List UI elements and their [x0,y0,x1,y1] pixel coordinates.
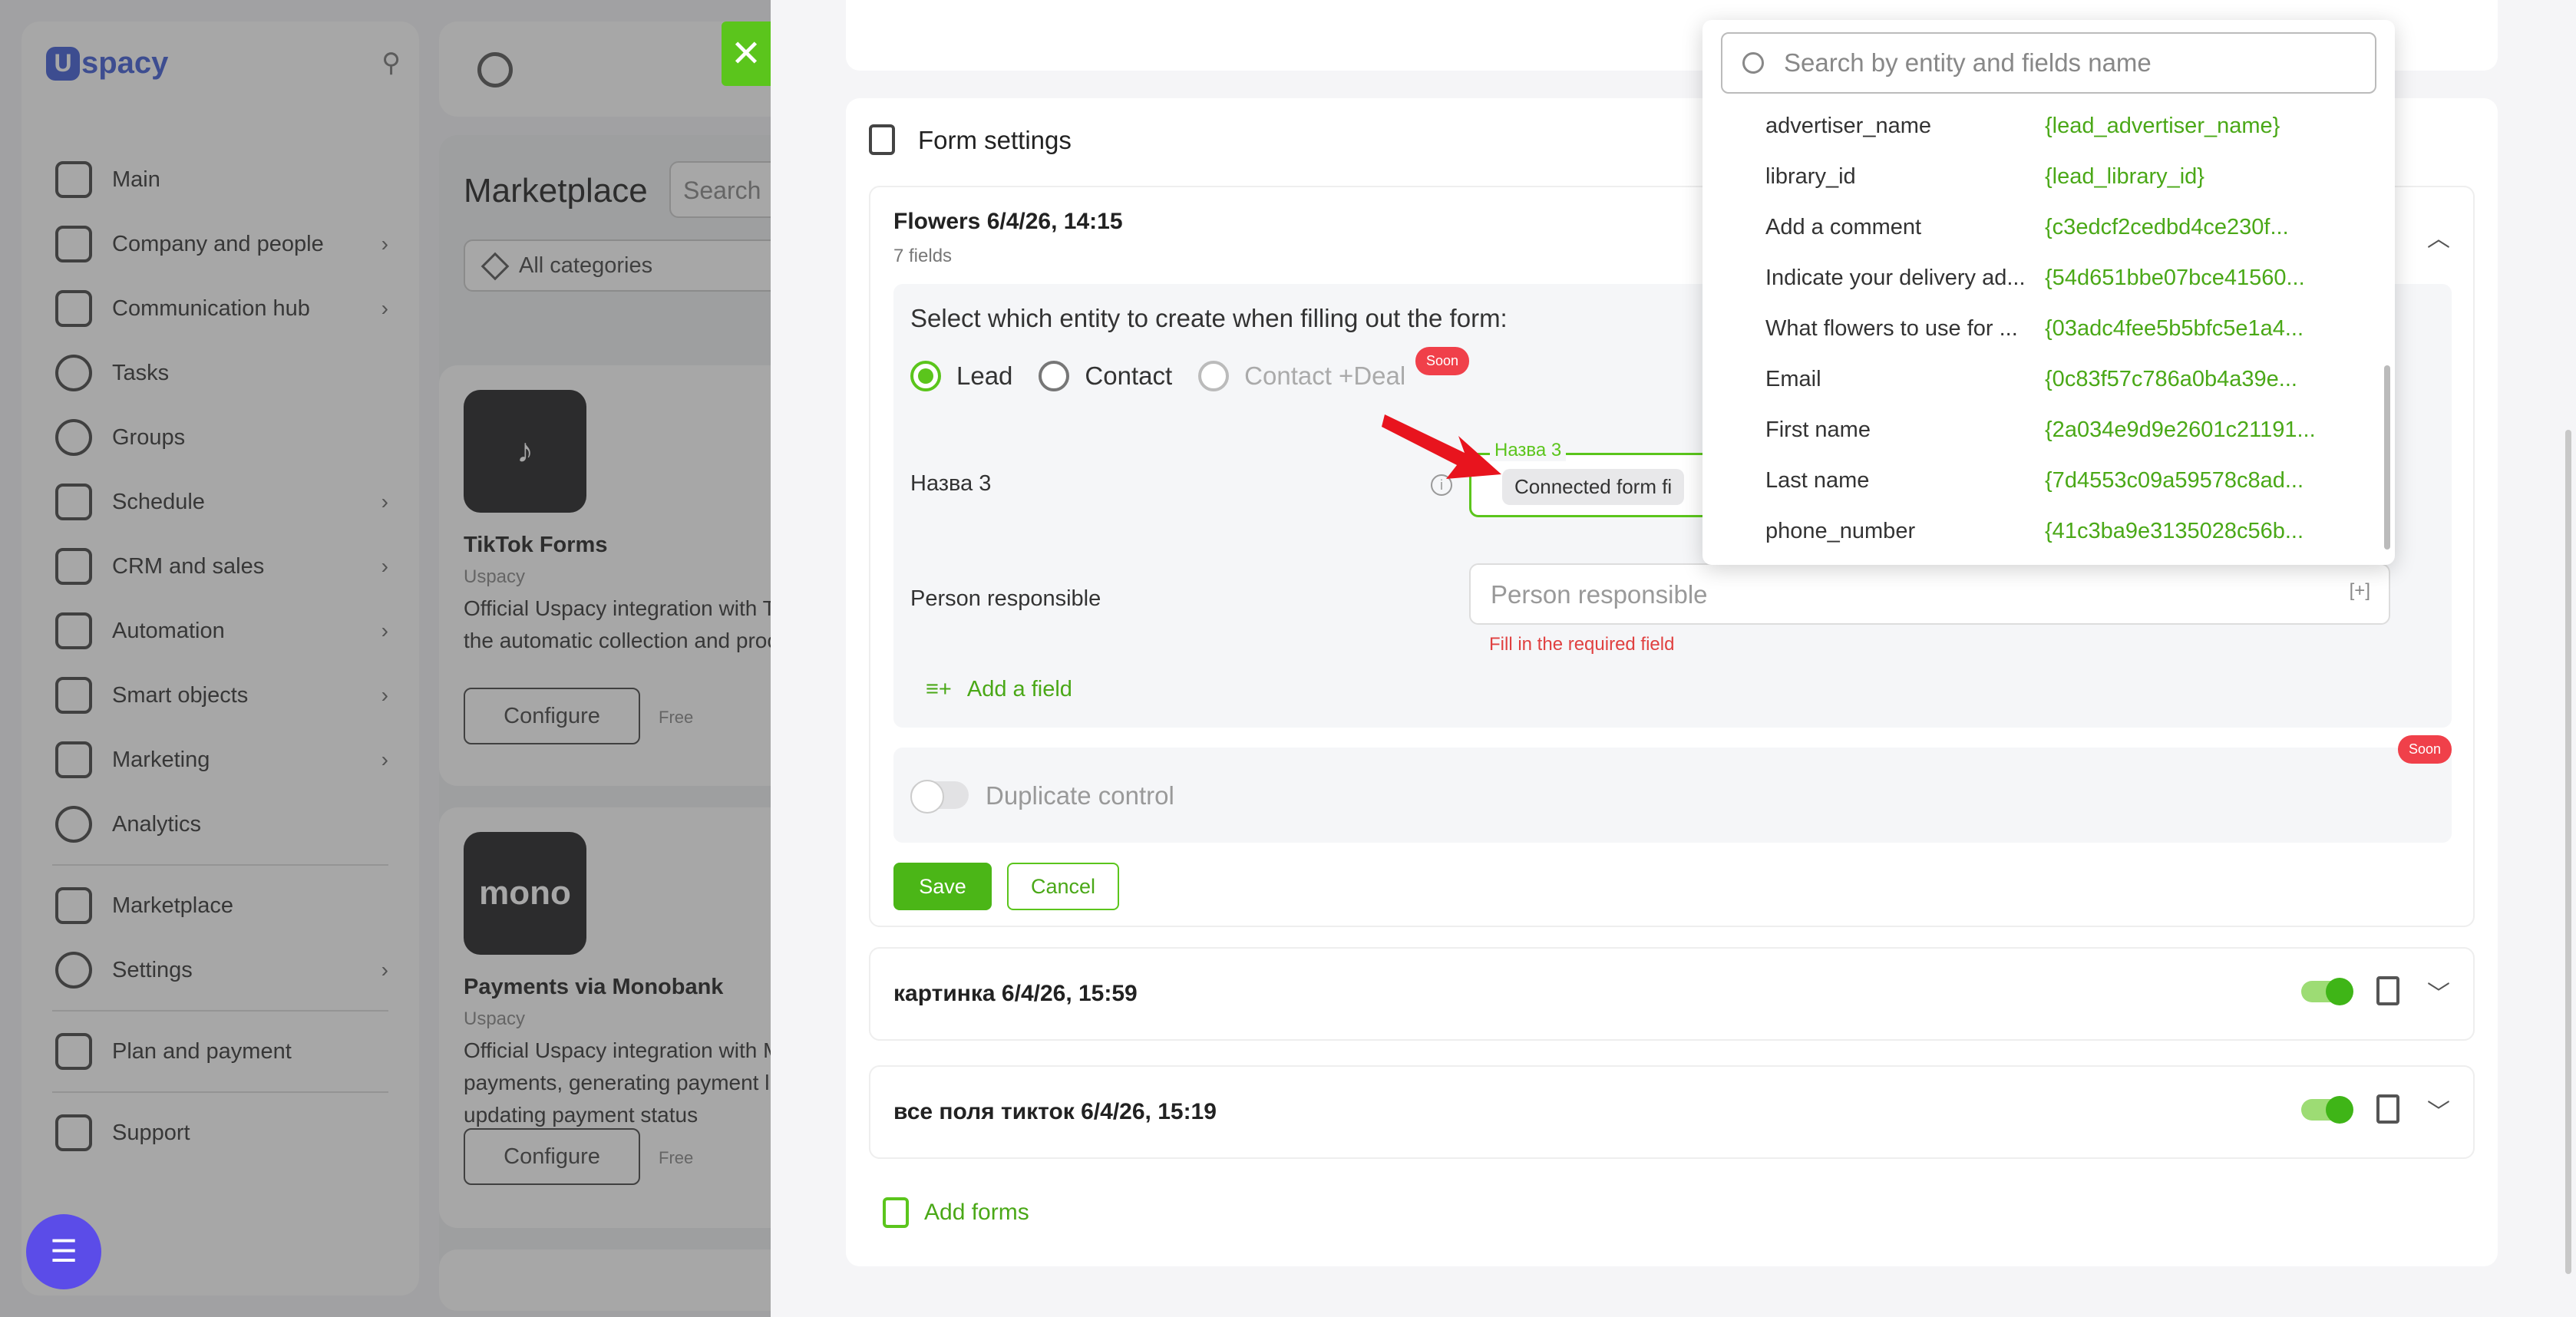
form-name: картинка 6/4/26, 15:59 [893,981,1138,1006]
save-button[interactable]: Save [893,863,992,910]
field-key: {54d651bbe07bce41560... [2045,266,2305,290]
list-plus-icon: ≡+ [926,677,952,701]
radio-lead[interactable]: Lead [910,361,1012,391]
duplicate-control-panel: Duplicate control Soon [893,735,2452,843]
search-placeholder: Search by entity and fields name [1784,48,2152,77]
input-placeholder: Person responsible [1491,580,1708,609]
error-message: Fill in the required field [1489,634,1675,655]
radio-disabled-icon [1198,361,1230,391]
entity-radio-group: Lead Contact Contact +Deal [910,361,1405,391]
chevron-down-icon[interactable]: ﹀ [2427,975,2450,1008]
form-item-collapsed[interactable]: все поля тикток 6/4/26, 15:19 ﹀ [869,1065,2475,1159]
soon-badge: Soon [2398,735,2452,764]
radio-label: Contact [1085,361,1173,390]
chat-icon[interactable]: ☰ [26,1214,101,1289]
form-item-collapsed[interactable]: картинка 6/4/26, 15:59 ﹀ [869,947,2475,1041]
entity-question: Select which entity to create when filli… [910,304,1508,332]
add-bracket-icon[interactable]: [+] [2350,580,2370,602]
person-responsible-input[interactable]: Person responsible [+] [1469,563,2390,625]
field-key: {03adc4fee5b5bfc5e1a4... [2045,316,2304,341]
list-item[interactable]: First name {2a034e9d9e2601c21191... [1702,404,2383,454]
chevron-down-icon[interactable]: ﹀ [2427,1093,2450,1127]
form-name: все поля тикток 6/4/26, 15:19 [893,1099,1217,1124]
radio-contact[interactable]: Contact [1039,361,1172,391]
red-arrow-annotation [1382,414,1501,479]
radio-contact-deal: Contact +Deal [1198,361,1405,391]
list-item[interactable]: Last name {7d4553c09a59578c8ad... [1702,454,2383,505]
duplicate-toggle [910,780,969,814]
duplicate-control-label: Duplicate control [986,781,1174,810]
list-item[interactable]: Email {0c83f57c786a0b4a39e... [1702,353,2383,404]
list-item[interactable]: Indicate your delivery ad... {54d651bbe07… [1702,252,2383,302]
dropdown-search-input[interactable]: Search by entity and fields name [1721,32,2376,94]
radio-checked-icon [910,361,941,391]
dropdown-scrollbar[interactable] [2384,365,2390,550]
add-field-button[interactable]: ≡+ Add a field [926,677,1072,702]
add-forms-button[interactable]: Add forms [883,1197,1029,1228]
clipboard-plus-icon [883,1197,909,1228]
field-key: {0c83f57c786a0b4a39e... [2045,367,2297,391]
form-fields-count: 7 fields [893,246,953,266]
trash-icon[interactable] [2376,976,2399,1005]
field-label: Person responsible [910,586,1101,611]
field-picker-dropdown: Search by entity and fields name adverti… [1702,20,2395,565]
field-name: Add a comment [1765,215,1922,239]
field-key: {2a034e9d9e2601c21191... [2045,418,2316,442]
field-name: First name [1765,418,1871,442]
field-list: advertiser_name {lead_advertiser_name} li… [1702,100,2383,556]
cancel-button[interactable]: Cancel [1007,863,1119,910]
list-item[interactable]: What flowers to use for ... {03adc4fee5b5… [1702,302,2383,353]
add-field-label: Add a field [966,677,1072,701]
soon-badge: Soon [1415,347,1470,375]
field-name: phone_number [1765,519,1916,543]
close-icon[interactable]: ✕ [722,21,771,86]
field-name: Last name [1765,468,1870,493]
clipboard-icon [869,124,895,155]
form-settings-title: Form settings [918,126,1072,154]
field-key: {lead_advertiser_name} [2045,114,2280,138]
field-label: Назва 3 [910,471,992,496]
radio-label: Lead [956,361,1013,390]
page-scrollbar[interactable] [2565,430,2571,1274]
add-forms-label: Add forms [924,1200,1029,1225]
field-key: {c3edcf2cedbd4ce230f... [2045,215,2289,239]
list-item[interactable]: phone_number {41c3ba9e3135028c56b... [1702,505,2383,556]
field-name: Email [1765,367,1821,391]
field-name: library_id [1765,164,1856,189]
field-key: {lead_library_id} [2045,164,2204,189]
radio-unchecked-icon [1039,361,1070,391]
field-name: What flowers to use for ... [1765,316,2018,341]
field-key: {7d4553c09a59578c8ad... [2045,468,2304,493]
field-name: Indicate your delivery ad... [1765,266,2026,290]
list-item[interactable]: library_id {lead_library_id} [1702,150,2383,201]
chevron-up-icon[interactable]: ︿ [2427,220,2450,253]
trash-icon[interactable] [2376,1094,2399,1124]
field-key: {41c3ba9e3135028c56b... [2045,519,2304,543]
form-active-toggle[interactable] [2301,978,2353,1005]
radio-label: Contact +Deal [1244,361,1406,390]
connected-field-chip[interactable]: Connected form fi [1502,469,1685,505]
list-item[interactable]: advertiser_name {lead_advertiser_name} [1702,100,2383,150]
list-item[interactable]: Add a comment {c3edcf2cedbd4ce230f... [1702,201,2383,252]
form-name: Flowers 6/4/26, 14:15 [893,209,1123,234]
field-name: advertiser_name [1765,114,1931,138]
form-active-toggle[interactable] [2301,1096,2353,1124]
search-icon [1742,52,1764,74]
